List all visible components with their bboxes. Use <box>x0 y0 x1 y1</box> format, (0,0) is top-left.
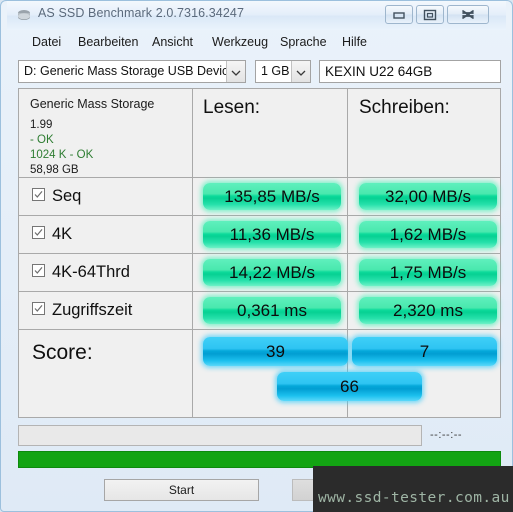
watermark-overlay: www.ssd-tester.com.au <box>313 466 513 512</box>
row-checkbox-4k64thrd[interactable]: 4K-64Thrd <box>32 263 206 282</box>
device-select-value: D: Generic Mass Storage USB Device <box>24 64 236 78</box>
drive-icon <box>16 8 32 23</box>
size-select[interactable]: 1 GB <box>255 60 311 83</box>
row-label-zugriffszeit: Zugriffszeit <box>52 301 133 320</box>
result-4k-read: 11,36 MB/s <box>203 221 341 248</box>
title-bar[interactable]: AS SSD Benchmark 2.0.7316.34247 <box>7 1 506 30</box>
drive-name-value: KEXIN U22 64GB <box>325 64 433 79</box>
results-grid: Generic Mass Storage 1.99 - OK 1024 K - … <box>18 88 501 418</box>
menu-item-sprache[interactable]: Sprache <box>277 34 330 50</box>
checkbox-checked-icon[interactable] <box>32 302 45 316</box>
maximize-button[interactable] <box>416 5 444 24</box>
device-info-panel: Generic Mass Storage 1.99 - OK 1024 K - … <box>19 89 193 178</box>
restore-icon <box>423 9 437 21</box>
checkbox-checked-icon[interactable] <box>32 226 45 240</box>
device-capacity: 58,98 GB <box>30 164 79 176</box>
drive-name-field[interactable]: KEXIN U22 64GB <box>319 60 501 83</box>
chevron-down-icon[interactable] <box>291 61 310 82</box>
menu-item-hilfe[interactable]: Hilfe <box>339 34 370 50</box>
minimize-button[interactable] <box>385 5 413 24</box>
result-4k64thrd-write: 1,75 MB/s <box>359 259 497 286</box>
row-label-4k64thrd: 4K-64Thrd <box>52 263 130 282</box>
device-alignment: 1024 K - OK <box>30 149 94 161</box>
menu-item-datei[interactable]: Datei <box>29 34 64 50</box>
app-window: AS SSD Benchmark 2.0.7316.34247 Datei Be… <box>0 0 513 512</box>
client-area: D: Generic Mass Storage USB Device 1 GB … <box>7 54 506 505</box>
close-button[interactable] <box>447 5 489 24</box>
score-write: 7 <box>352 337 497 366</box>
result-seq-write: 32,00 MB/s <box>359 183 497 210</box>
close-icon <box>462 10 474 19</box>
menu-item-werkzeug[interactable]: Werkzeug <box>209 34 271 50</box>
grid-divider <box>19 291 500 292</box>
column-header-read: Lesen: <box>203 97 261 118</box>
watermark-text: www.ssd-tester.com.au <box>318 490 510 506</box>
grid-divider <box>19 253 500 254</box>
device-firmware: 1.99 <box>30 119 53 131</box>
grid-divider <box>19 215 500 216</box>
start-button[interactable]: Start <box>104 479 259 501</box>
result-zugriffszeit-read: 0,361 ms <box>203 297 341 324</box>
column-header-write: Schreiben: <box>359 97 450 118</box>
device-driver-status: - OK <box>30 134 54 146</box>
row-checkbox-4k[interactable]: 4K <box>32 225 206 244</box>
score-label: Score: <box>32 341 93 364</box>
row-checkbox-seq[interactable]: Seq <box>32 187 206 206</box>
score-read: 39 <box>203 337 348 366</box>
device-select[interactable]: D: Generic Mass Storage USB Device <box>18 60 246 83</box>
menu-item-bearbeiten[interactable]: Bearbeiten <box>75 34 141 50</box>
size-select-value: 1 GB <box>261 64 290 78</box>
minimize-icon <box>393 12 405 19</box>
result-seq-read: 135,85 MB/s <box>203 183 341 210</box>
row-label-seq: Seq <box>52 187 82 206</box>
window-inner: AS SSD Benchmark 2.0.7316.34247 Datei Be… <box>7 1 506 505</box>
row-label-4k: 4K <box>52 225 73 244</box>
device-model: Generic Mass Storage <box>30 97 155 111</box>
checkbox-checked-icon[interactable] <box>32 264 45 278</box>
menu-item-ansicht[interactable]: Ansicht <box>149 34 196 50</box>
window-title: AS SSD Benchmark 2.0.7316.34247 <box>38 6 245 20</box>
status-textbox <box>18 425 422 446</box>
checkbox-checked-icon[interactable] <box>32 188 45 202</box>
grid-divider <box>19 329 500 330</box>
row-checkbox-zugriffszeit[interactable]: Zugriffszeit <box>32 301 206 320</box>
chevron-down-icon[interactable] <box>226 61 245 82</box>
result-zugriffszeit-write: 2,320 ms <box>359 297 497 324</box>
result-4k64thrd-read: 14,22 MB/s <box>203 259 341 286</box>
elapsed-timer: --:--:-- <box>430 429 463 441</box>
score-total: 66 <box>277 372 422 401</box>
menu-bar: Datei Bearbeiten Ansicht Werkzeug Sprach… <box>7 30 506 54</box>
result-4k-write: 1,62 MB/s <box>359 221 497 248</box>
